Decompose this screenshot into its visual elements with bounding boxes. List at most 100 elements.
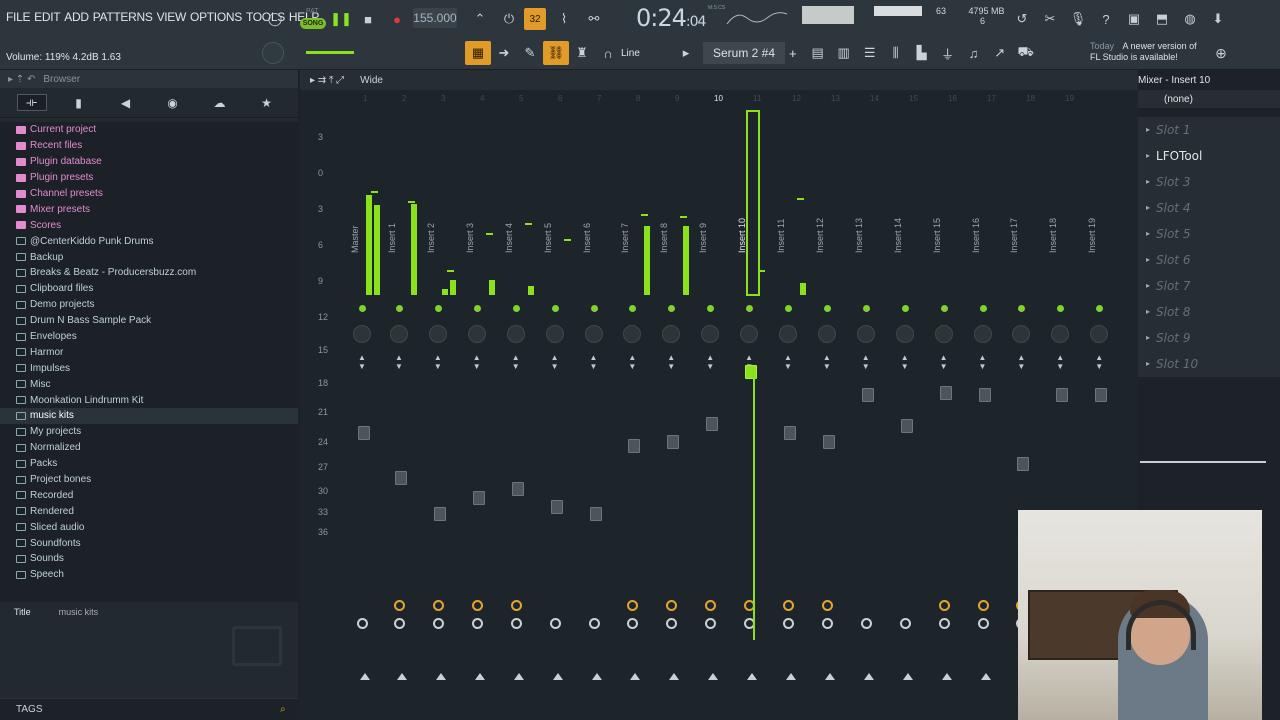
insert-track[interactable]: Insert 14 ▲ ▼	[887, 105, 925, 705]
volume-fader[interactable]	[589, 507, 602, 521]
menu-item-file[interactable]: FILE	[6, 10, 30, 24]
piano-roll-icon[interactable]: ▥	[831, 41, 857, 65]
tempo-tapper-icon[interactable]: ♫	[961, 41, 987, 65]
song-position[interactable]: 0:24:04	[636, 4, 706, 32]
volume-fader[interactable]	[861, 388, 874, 403]
blend-icon[interactable]: ⚯	[582, 8, 606, 30]
stereo-separation-icon[interactable]: ▲ ▼	[551, 353, 559, 383]
browser-item[interactable]: Channel presets	[0, 186, 298, 202]
stereo-separation-icon[interactable]: ▲ ▼	[1017, 353, 1025, 383]
effect-slot[interactable]: ▸ Slot 4	[1138, 195, 1280, 221]
pan-knob[interactable]	[1090, 325, 1109, 343]
browser-item[interactable]: Packs	[0, 456, 298, 472]
pan-knob[interactable]	[779, 325, 797, 343]
route-arrow-icon[interactable]	[863, 673, 874, 680]
world-tab-icon[interactable]: ◉	[158, 96, 188, 110]
volume-fader[interactable]	[1017, 456, 1030, 471]
insert-track[interactable]: Insert 9 ▲ ▼	[692, 105, 730, 705]
insert-track[interactable]: Insert 3 ▲ ▼	[459, 105, 497, 705]
stop-button[interactable]: ■	[358, 8, 378, 30]
volume-fader[interactable]	[706, 417, 719, 431]
send-switch[interactable]	[938, 618, 950, 629]
all-tab-icon[interactable]: ⟛	[16, 94, 47, 111]
fx-switch[interactable]	[821, 600, 833, 611]
link-icon[interactable]: ⛓	[543, 41, 569, 65]
fx-switch[interactable]	[666, 600, 678, 611]
insert-track[interactable]: Insert 6 ▲ ▼	[576, 105, 614, 705]
route-arrow-icon[interactable]	[630, 673, 641, 680]
enable-led[interactable]	[512, 305, 520, 312]
fx-switch[interactable]	[394, 600, 405, 611]
browser-item[interactable]: Breaks & Beatz - Producersbuzz.com	[0, 265, 298, 281]
snap-select[interactable]: Line	[621, 48, 673, 59]
stereo-separation-icon[interactable]: ▲ ▼	[434, 353, 442, 383]
stereo-separation-icon[interactable]: ▲ ▼	[901, 353, 909, 383]
effect-slot[interactable]: ▸ Slot 5	[1138, 221, 1280, 247]
effect-slot[interactable]: ▸ Slot 9	[1138, 325, 1280, 351]
volume-fader[interactable]	[900, 418, 913, 433]
enable-led[interactable]	[823, 305, 831, 312]
browser-item[interactable]: Scores	[0, 217, 298, 233]
volume-fader[interactable]	[939, 386, 952, 401]
master-knob-icon[interactable]: ◯	[262, 8, 288, 30]
pan-knob[interactable]	[467, 325, 486, 343]
download-icon[interactable]: ⬇	[1208, 8, 1228, 30]
enable-led[interactable]	[396, 305, 403, 312]
send-switch[interactable]	[357, 618, 368, 629]
tags-bar[interactable]: TAGS ⌕	[0, 698, 298, 720]
expand-arrow-icon[interactable]: ▸	[1146, 359, 1150, 368]
menu-item-view[interactable]: VIEW	[157, 10, 187, 24]
route-arrow-icon[interactable]	[747, 673, 758, 680]
tempo-display[interactable]: 155.000	[413, 8, 457, 28]
play-icon[interactable]: ▸	[673, 41, 699, 65]
volume-fader[interactable]	[511, 481, 524, 496]
insert-track[interactable]: Insert 11 ▲ ▼	[770, 105, 808, 705]
pan-knob[interactable]	[353, 325, 371, 343]
expand-arrow-icon[interactable]: ▸	[1146, 281, 1150, 290]
volume-fader[interactable]	[667, 435, 680, 449]
expand-arrow-icon[interactable]: ▸	[1146, 177, 1150, 186]
effect-slot[interactable]: ▸ Slot 7	[1138, 273, 1280, 299]
insert-track[interactable]: Insert 15 ▲ ▼	[926, 105, 964, 705]
current-project-tab-icon[interactable]: ▮	[64, 96, 94, 110]
fx-switch[interactable]	[510, 600, 522, 611]
pan-knob[interactable]	[584, 325, 603, 343]
volume-fader[interactable]	[395, 471, 407, 485]
expand-arrow-icon[interactable]: ▸	[1146, 125, 1150, 134]
browser-icon[interactable]: ▙	[909, 41, 935, 65]
pan-knob[interactable]	[1051, 325, 1070, 343]
expand-arrow-icon[interactable]: ▸	[1146, 333, 1150, 342]
master-pitch-slider[interactable]	[306, 51, 354, 54]
send-switch[interactable]	[394, 618, 405, 629]
pan-knob[interactable]	[545, 325, 564, 343]
expand-arrow-icon[interactable]: ▸	[1146, 203, 1150, 212]
browser-item[interactable]: Recorded	[0, 487, 298, 503]
save-icon[interactable]: ▣	[1124, 8, 1144, 30]
view-mode[interactable]: Wide	[360, 75, 383, 86]
mixer-icon[interactable]: ⫼	[883, 41, 909, 65]
enable-led[interactable]	[707, 305, 715, 312]
send-switch[interactable]	[549, 618, 561, 629]
preset-selector[interactable]: Serum 2 #4	[703, 42, 786, 64]
stereo-separation-icon[interactable]: ▲ ▼	[358, 353, 366, 383]
browser-item[interactable]: Harmor	[0, 344, 298, 360]
stereo-separation-icon[interactable]: ▲ ▼	[395, 353, 403, 383]
browser-item[interactable]: Plugin database	[0, 154, 298, 170]
browser-item[interactable]: Normalized	[0, 440, 298, 456]
stereo-separation-icon[interactable]: ▲ ▼	[512, 353, 520, 383]
stereo-separation-icon[interactable]: ▲ ▼	[667, 353, 675, 383]
browser-item[interactable]: Impulses	[0, 360, 298, 376]
enable-led[interactable]	[1057, 305, 1065, 312]
fx-switch[interactable]	[705, 600, 717, 611]
insert-track[interactable]: Insert 16 ▲ ▼	[965, 105, 1003, 705]
route-arrow-icon[interactable]	[513, 673, 524, 680]
enable-led[interactable]	[629, 305, 637, 312]
pan-knob[interactable]	[662, 325, 681, 343]
browser-item[interactable]: Envelopes	[0, 329, 298, 345]
mic-icon[interactable]: 🎙	[1068, 8, 1088, 30]
send-switch[interactable]	[510, 618, 522, 629]
fx-switch[interactable]	[432, 600, 444, 611]
stereo-separation-icon[interactable]: ▲ ▼	[628, 353, 636, 383]
browser-item[interactable]: Clipboard files	[0, 281, 298, 297]
pan-knob[interactable]	[856, 325, 875, 343]
